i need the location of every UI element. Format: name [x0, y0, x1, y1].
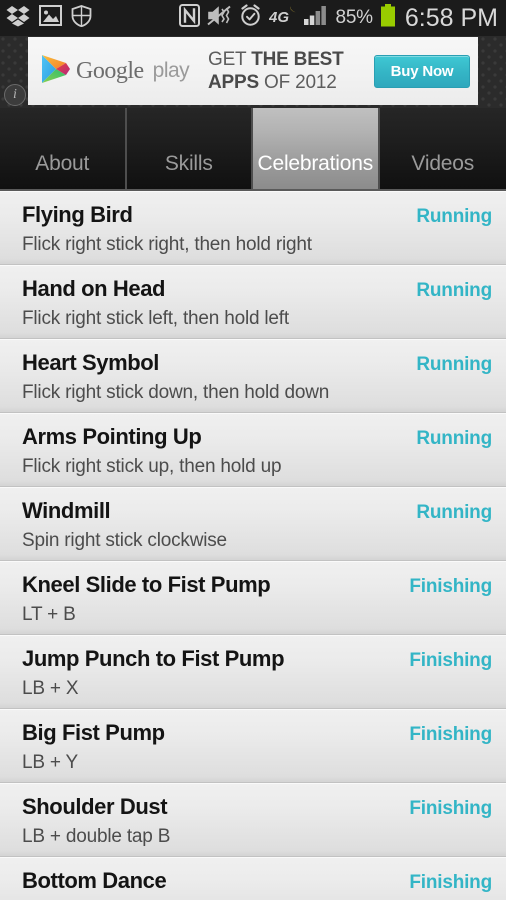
list-item-subtitle: Flick right stick down, then hold down [22, 382, 330, 403]
status-badge: Finishing [409, 798, 492, 819]
status-badge: Running [416, 502, 492, 523]
battery-icon [380, 3, 396, 33]
gallery-image-icon [39, 5, 62, 31]
list-item-header: Arms Pointing Up Running [22, 424, 492, 452]
list-item-header: Heart Symbol Running [22, 350, 492, 378]
battery-percent-label: 85% [335, 7, 373, 28]
dropbox-icon [6, 5, 30, 32]
celebrations-list[interactable]: Flying Bird Running Flick right stick ri… [0, 191, 506, 900]
list-item-header: Windmill Running [22, 498, 492, 526]
ad-copy-line2-plain: OF 2012 [258, 72, 337, 93]
status-badge: Running [416, 280, 492, 301]
ad-banner[interactable]: Google play GET THE BEST APPS OF 2012 Bu… [28, 37, 478, 105]
list-item-title: Kneel Slide to Fist Pump [22, 572, 271, 597]
status-bar-left-icons [6, 4, 92, 32]
list-item-subtitle: Flick right stick right, then hold right [22, 234, 312, 255]
status-badge: Finishing [409, 872, 492, 893]
clock-label: 6:58 PM [404, 3, 498, 32]
list-item-header: Big Fist Pump Finishing [22, 720, 492, 748]
list-item-title: Windmill [22, 498, 111, 523]
tab-skills[interactable]: Skills [126, 108, 253, 189]
list-item[interactable]: Big Fist Pump Finishing LB + Y [0, 709, 506, 783]
status-badge: Finishing [409, 724, 492, 745]
list-item-subtitle: Flick right stick left, then hold left [22, 308, 289, 329]
list-item-subtitle: LB + double tap B [22, 826, 171, 847]
status-badge: Finishing [409, 576, 492, 597]
ad-copy-line-2: APPS OF 2012 [208, 71, 374, 94]
google-play-logo: Google play [40, 53, 204, 90]
list-item-header: Shoulder Dust Finishing [22, 794, 492, 822]
play-triangle-icon [40, 53, 70, 90]
status-bar-right-icons: 4G 85% 6:58 PM [179, 3, 498, 33]
list-item-title: Bottom Dance [22, 868, 167, 893]
ad-copy-line-1: GET THE BEST [208, 48, 374, 71]
play-wordmark: play [152, 59, 190, 82]
list-item-title: Big Fist Pump [22, 720, 165, 745]
list-item[interactable]: Jump Punch to Fist Pump Finishing LB + X [0, 635, 506, 709]
list-item-title: Hand on Head [22, 276, 166, 301]
tab-bar: About Skills Celebrations Videos [0, 108, 506, 191]
ad-copy-line1-plain: GET [208, 49, 252, 70]
list-item-header: Hand on Head Running [22, 276, 492, 304]
list-item-subtitle: LB + Y [22, 752, 79, 773]
list-item-subtitle: LB + X [22, 678, 79, 699]
ad-info-icon[interactable]: i [4, 84, 26, 106]
list-item-subtitle: Flick right stick up, then hold up [22, 456, 282, 477]
list-item[interactable]: Arms Pointing Up Running Flick right sti… [0, 413, 506, 487]
list-item-title: Heart Symbol [22, 350, 160, 375]
vibrate-mute-icon [207, 5, 232, 31]
tab-about[interactable]: About [0, 108, 127, 189]
list-item[interactable]: Hand on Head Running Flick right stick l… [0, 265, 506, 339]
list-item-title: Shoulder Dust [22, 794, 168, 819]
list-item-header: Jump Punch to Fist Pump Finishing [22, 646, 492, 674]
list-item[interactable]: Kneel Slide to Fist Pump Finishing LT + … [0, 561, 506, 635]
google-wordmark: Google [76, 57, 144, 84]
list-item-title: Flying Bird [22, 202, 133, 227]
list-item[interactable]: Windmill Running Spin right stick clockw… [0, 487, 506, 561]
svg-text:4G: 4G [269, 9, 289, 26]
status-badge: Running [416, 354, 492, 375]
alarm-clock-icon [239, 4, 262, 32]
list-item[interactable]: Shoulder Dust Finishing LB + double tap … [0, 783, 506, 857]
list-item-subtitle: LT + B [22, 604, 76, 625]
buy-now-button[interactable]: Buy Now [374, 54, 470, 88]
status-badge: Running [416, 428, 492, 449]
list-item-title: Arms Pointing Up [22, 424, 202, 449]
list-item[interactable]: Bottom Dance Finishing [0, 857, 506, 900]
tab-videos[interactable]: Videos [379, 108, 506, 189]
list-item-header: Bottom Dance Finishing [22, 868, 492, 896]
nfc-icon [179, 4, 201, 32]
ad-zone: Google play GET THE BEST APPS OF 2012 Bu… [0, 36, 506, 108]
list-item-subtitle: Spin right stick clockwise [22, 530, 227, 551]
signal-bars-icon [304, 5, 328, 31]
tab-celebrations[interactable]: Celebrations [253, 108, 380, 189]
ad-copy-line2-bold: APPS [208, 72, 259, 93]
list-item-title: Jump Punch to Fist Pump [22, 646, 285, 671]
status-bar: 4G 85% 6:58 PM [0, 0, 506, 36]
list-item[interactable]: Heart Symbol Running Flick right stick d… [0, 339, 506, 413]
ad-copy: GET THE BEST APPS OF 2012 [204, 48, 374, 94]
ad-copy-line1-bold: THE BEST [251, 49, 344, 70]
list-item[interactable]: Flying Bird Running Flick right stick ri… [0, 191, 506, 265]
status-badge: Finishing [409, 650, 492, 671]
app-root: 4G 85% 6:58 PM Google play GET THE BEST … [0, 0, 506, 900]
list-item-header: Kneel Slide to Fist Pump Finishing [22, 572, 492, 600]
list-item-header: Flying Bird Running [22, 202, 492, 230]
shield-icon [71, 4, 92, 32]
status-badge: Running [416, 206, 492, 227]
4g-blocking-mode-icon: 4G [268, 4, 297, 32]
